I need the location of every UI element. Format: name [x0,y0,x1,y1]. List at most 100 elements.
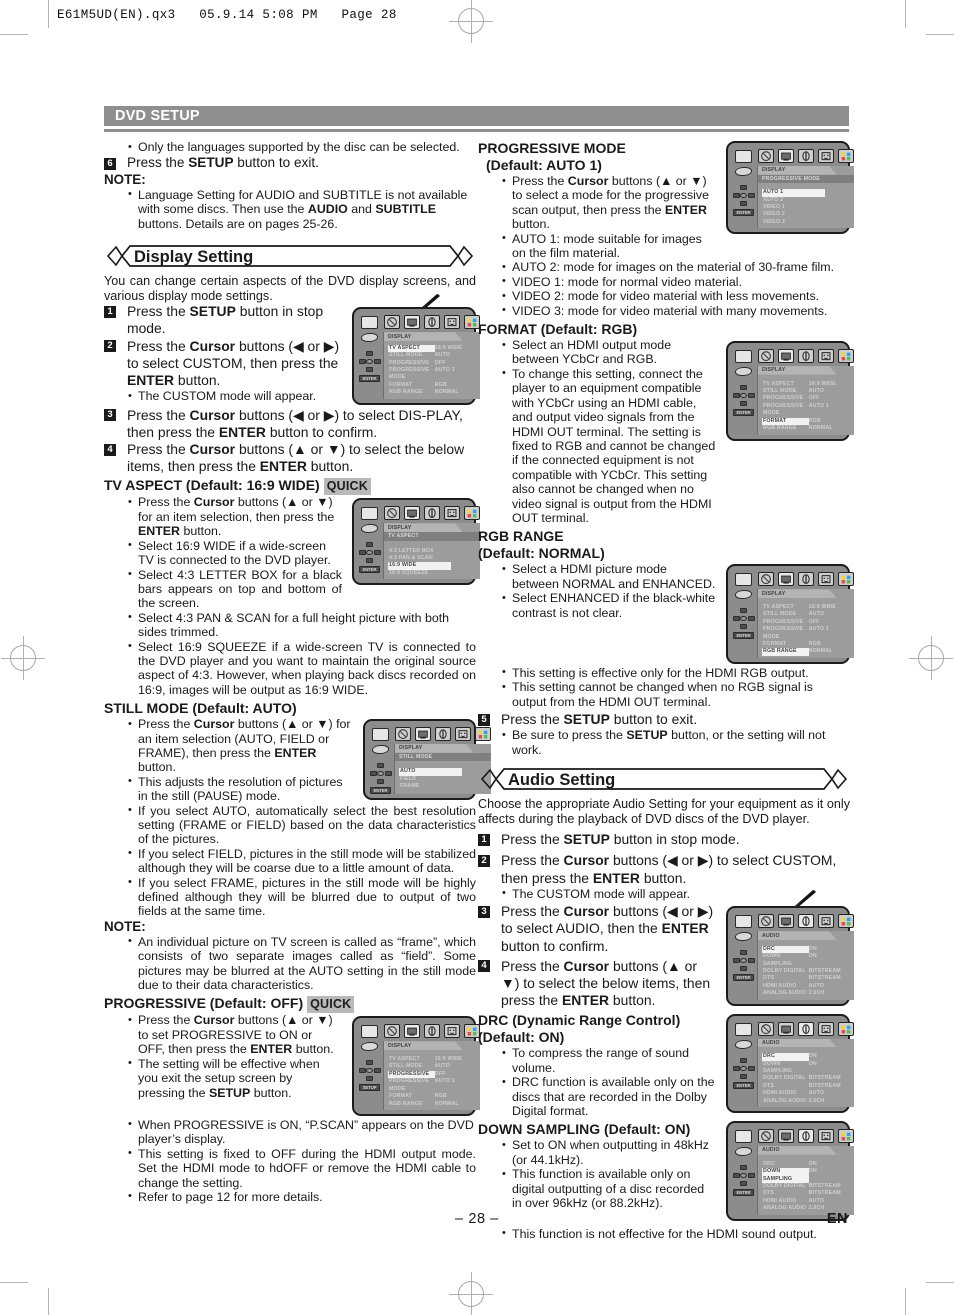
osd-row[interactable]: PROGRESSIVE OFF [762,619,850,626]
osd-row[interactable]: PROGRESSIVE OFF [762,395,850,402]
audio-setup-icon[interactable] [798,572,814,587]
display-setup-icon[interactable] [404,506,420,521]
osd-row[interactable]: DOLBY DIGITAL BITSTREAM [762,968,850,975]
audio-setup-icon[interactable] [424,315,440,330]
osd-row[interactable]: DRC ON [762,1161,850,1168]
audio-setup-icon[interactable] [424,506,440,521]
display-setup-icon[interactable] [778,1129,794,1144]
osd-row[interactable]: DOWN SAMPLING ON [762,1061,850,1076]
osd-row-selected[interactable]: FORMAT RGB [762,417,850,426]
osd-row-selected[interactable]: PROGRESSIVE OFF [388,1070,476,1079]
others-setup-icon[interactable] [838,1129,854,1144]
osd-row[interactable]: HDMI AUDIO AUTO [762,983,850,990]
osd-option[interactable]: 4:3 LETTER BOX [388,548,476,555]
osd-option[interactable]: VIDEO 1 [762,204,850,211]
parental-setup-icon[interactable] [818,149,834,163]
general-setup-icon[interactable] [758,572,774,587]
audio-setup-icon[interactable] [798,914,814,929]
audio-setup-icon[interactable] [435,727,451,742]
osd-row[interactable]: ANALOG AUDIO 2.0CH [762,990,850,997]
others-setup-icon[interactable] [838,149,854,163]
display-setup-icon[interactable] [415,727,431,742]
audio-setup-icon[interactable] [798,1021,814,1036]
osd-row[interactable]: STILL MODE AUTO [762,388,850,395]
osd-row-selected[interactable]: DRC ON [762,945,850,954]
quick-badge: QUICK [307,996,355,1014]
parental-setup-icon[interactable] [455,727,471,742]
display-setup-icon[interactable] [778,149,794,163]
others-setup-icon[interactable] [838,914,854,929]
parental-setup-icon[interactable] [444,506,460,521]
osd-row[interactable]: DTS BITSTREAM [762,975,850,982]
osd-row[interactable]: STILL MODE AUTO [388,1063,476,1070]
osd-row[interactable]: PROGRESSIVE MODE AUTO 1 [762,403,850,418]
osd-row[interactable]: RGB RANGE NORMAL [388,1101,476,1108]
parental-setup-icon[interactable] [818,1021,834,1036]
osd-row[interactable]: STILL MODE AUTO [762,611,850,618]
osd-row-selected[interactable]: RGB RANGE NORMAL [762,648,850,656]
osd-row[interactable]: TV ASPECT 16:9 WIDE [388,344,476,353]
osd-row-selected[interactable]: DOWN SAMPLING ON [762,1168,850,1183]
others-setup-icon[interactable] [838,572,854,587]
parental-setup-icon[interactable] [818,349,834,364]
general-setup-icon[interactable] [758,349,774,364]
osd-row[interactable]: PROGRESSIVE MODE AUTO 1 [762,626,850,641]
osd-option-selected[interactable]: 16:9 WIDE [388,562,476,570]
others-setup-icon[interactable] [838,349,854,364]
osd-row[interactable]: RGB RANGE NORMAL [762,425,850,432]
general-setup-icon[interactable] [758,1129,774,1144]
display-setup-icon[interactable] [778,1021,794,1036]
osd-option[interactable]: FRAME [399,783,487,790]
osd-option[interactable]: 16:9 SQUEEZE [388,570,476,577]
display-setup-icon[interactable] [778,349,794,364]
audio-setup-icon[interactable] [798,349,814,364]
display-setup-icon[interactable] [778,572,794,587]
osd-option[interactable]: 4:3 PAN & SCAN [388,555,476,562]
osd-row[interactable]: PROGRESSIVE OFF [388,360,476,367]
display-setup-icon[interactable] [404,315,420,330]
osd-row[interactable]: STILL MODE AUTO [388,352,476,359]
osd-row[interactable]: ANALOG AUDIO 2.0CH [762,1098,850,1105]
osd-row[interactable]: FORMAT RGB [388,382,476,389]
parental-setup-icon[interactable] [818,572,834,587]
osd-option-selected[interactable]: AUTO [399,768,487,776]
others-setup-icon[interactable] [838,1021,854,1036]
display-setup-icon[interactable] [778,914,794,929]
osd-row[interactable]: FORMAT RGB [388,1093,476,1100]
audio-setup-icon[interactable] [424,1024,440,1039]
osd-option[interactable]: AUTO 2 [762,197,850,204]
osd-row-selected[interactable]: DRC ON [762,1053,850,1061]
osd-row[interactable]: TV ASPECT 16:9 WIDE [388,1056,476,1063]
osd-row[interactable]: RGB RANGE NORMAL [388,389,476,396]
parental-setup-icon[interactable] [818,914,834,929]
osd-row[interactable]: PROGRESSIVE MODE AUTO 1 [388,367,476,382]
general-setup-icon[interactable] [384,1024,400,1039]
general-setup-icon[interactable] [384,506,400,521]
general-setup-icon[interactable] [758,149,774,163]
general-setup-icon[interactable] [395,727,411,742]
osd-row[interactable]: DOLBY DIGITAL BITSTREAM [762,1183,850,1190]
osd-row[interactable]: DOLBY DIGITAL BITSTREAM [762,1075,850,1082]
general-setup-icon[interactable] [758,914,774,929]
parental-setup-icon[interactable] [818,1129,834,1144]
parental-setup-icon[interactable] [444,1024,460,1039]
osd-option[interactable]: VIDEO 3 [762,219,850,226]
osd-option-selected[interactable]: AUTO 1 [762,189,850,197]
osd-row[interactable]: PROGRESSIVE MODE AUTO 1 [388,1078,476,1093]
osd-row[interactable]: TV ASPECT 16:9 WIDE [762,381,850,388]
osd-row[interactable]: DTS BITSTREAM [762,1083,850,1090]
parental-setup-icon[interactable] [444,315,460,330]
display-setup-icon[interactable] [404,1024,420,1039]
general-setup-icon[interactable] [758,1021,774,1036]
general-setup-icon[interactable] [384,315,400,330]
osd-row[interactable]: HDMI AUDIO AUTO [762,1090,850,1097]
osd-row[interactable]: HDMI AUDIO AUTO [762,1198,850,1205]
audio-setup-icon[interactable] [798,1129,814,1144]
osd-row[interactable]: DTS BITSTREAM [762,1190,850,1197]
osd-row[interactable]: DOWN SAMPLING ON [762,953,850,968]
audio-setup-icon[interactable] [798,149,814,163]
osd-row[interactable]: FORMAT RGB [762,641,850,648]
osd-row[interactable]: TV ASPECT 16:9 WIDE [762,604,850,611]
osd-option[interactable]: FIELD [399,776,487,783]
osd-option[interactable]: VIDEO 2 [762,211,850,218]
